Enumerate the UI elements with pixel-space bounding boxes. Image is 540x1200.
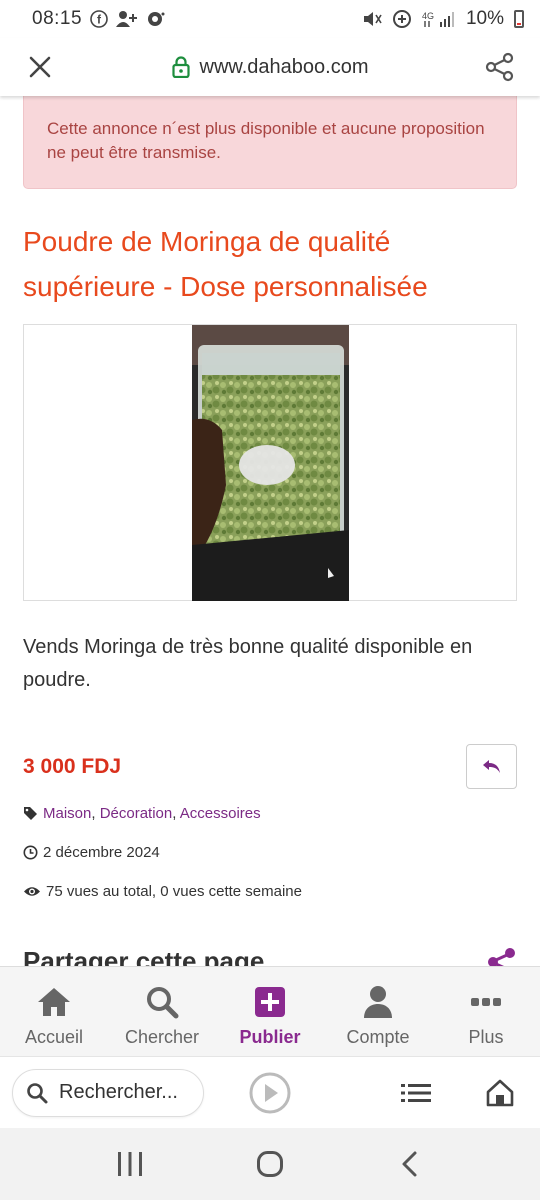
- recent-apps-button[interactable]: [100, 1134, 160, 1194]
- nav-plus[interactable]: Plus: [432, 967, 540, 1056]
- battery-icon: [514, 10, 524, 28]
- data-saver-icon: [392, 9, 412, 29]
- share-button[interactable]: [480, 47, 520, 87]
- page-content: Cette annonce n´est plus disponible et a…: [0, 96, 540, 966]
- browser-search-placeholder: Rechercher...: [59, 1081, 178, 1103]
- system-nav-bar: [0, 1128, 540, 1200]
- tabs-list-button[interactable]: [394, 1071, 438, 1115]
- category-row: Maison, Décoration, Accessoires: [23, 805, 517, 822]
- views-row: 75 vues au total, 0 vues cette semaine: [23, 883, 517, 900]
- url-field[interactable]: www.dahaboo.com: [60, 56, 480, 79]
- more-dots-icon: [471, 998, 501, 1006]
- status-bar: 08:15 f 4G 10%: [0, 0, 540, 38]
- mute-icon: [362, 10, 382, 28]
- listing-title: Poudre de Moringa de qualité supérieure …: [23, 226, 428, 302]
- search-icon: [147, 987, 179, 1019]
- network-4g-icon: 4G: [422, 10, 456, 28]
- unavailable-alert: Cette annonce n´est plus disponible et a…: [23, 96, 517, 189]
- nav-label: Plus: [468, 1027, 504, 1047]
- svg-text:4G: 4G: [422, 11, 434, 21]
- nav-publier[interactable]: Publier: [216, 967, 324, 1056]
- listing-date: 2 décembre 2024: [43, 844, 160, 861]
- app-bottom-nav: Accueil Chercher Publier Compte Plus: [0, 966, 540, 1056]
- add-contact-icon: [116, 10, 138, 28]
- svg-text:f: f: [97, 13, 102, 27]
- search-icon: [27, 1082, 48, 1103]
- system-back-button[interactable]: [380, 1134, 440, 1194]
- recents-icon: [118, 1152, 142, 1176]
- eye-icon: [24, 887, 40, 896]
- listing-views: 75 vues au total, 0 vues cette semaine: [46, 883, 302, 900]
- category-link-maison[interactable]: Maison: [43, 805, 91, 822]
- category-link-decoration[interactable]: Décoration: [100, 805, 173, 822]
- close-tab-button[interactable]: [20, 47, 60, 87]
- reply-button[interactable]: [466, 744, 517, 789]
- nav-label: Accueil: [24, 1027, 84, 1047]
- category-separator: ,: [172, 805, 180, 822]
- list-icon: [401, 1083, 431, 1102]
- share-page-title: Partager cette page: [23, 946, 265, 966]
- user-icon: [364, 986, 392, 1018]
- browser-bottom-toolbar: Rechercher...: [0, 1056, 540, 1128]
- listing-photo-frame[interactable]: [23, 324, 517, 601]
- share-page-icon[interactable]: [487, 947, 517, 967]
- play-icon: [249, 1072, 291, 1113]
- nav-chercher[interactable]: Chercher: [108, 967, 216, 1056]
- back-icon: [402, 1151, 417, 1177]
- plus-square-icon: [255, 987, 285, 1017]
- browser-address-bar: www.dahaboo.com: [0, 38, 540, 96]
- clock-icon: [23, 845, 38, 860]
- lock-icon: [171, 56, 190, 78]
- date-row: 2 décembre 2024: [23, 844, 517, 861]
- listing-photo[interactable]: [192, 325, 349, 601]
- nav-label: Chercher: [124, 1027, 200, 1047]
- url-text: www.dahaboo.com: [199, 55, 369, 78]
- browser-search-input[interactable]: Rechercher...: [12, 1068, 204, 1117]
- status-time: 08:15: [32, 8, 83, 29]
- share-page-section: Partager cette page: [23, 946, 517, 966]
- tag-icon: [24, 807, 37, 820]
- share-icon: [485, 52, 514, 82]
- listing-price: 3 000 FDJ: [23, 754, 122, 778]
- battery-percent: 10%: [465, 8, 504, 29]
- price-row: 3 000 FDJ: [23, 744, 517, 789]
- system-home-button[interactable]: [240, 1134, 300, 1194]
- close-icon: [29, 56, 51, 78]
- home-circle-icon: [257, 1151, 283, 1177]
- nav-label: Publier: [239, 1027, 301, 1047]
- facebook-icon: f: [90, 10, 108, 28]
- browser-home-button[interactable]: [478, 1071, 522, 1115]
- home-outline-icon: [486, 1079, 514, 1106]
- category-link-accessoires[interactable]: Accessoires: [180, 805, 261, 822]
- media-play-button[interactable]: [248, 1071, 292, 1115]
- reply-icon: [482, 759, 500, 773]
- listing-description: Vends Moringa de très bonne qualité disp…: [23, 636, 473, 691]
- messenger-icon: [146, 10, 166, 28]
- nav-label: Compte: [346, 1027, 410, 1047]
- category-separator: ,: [91, 805, 100, 822]
- nav-compte[interactable]: Compte: [324, 967, 432, 1056]
- home-icon: [38, 988, 70, 1016]
- nav-accueil[interactable]: Accueil: [0, 967, 108, 1056]
